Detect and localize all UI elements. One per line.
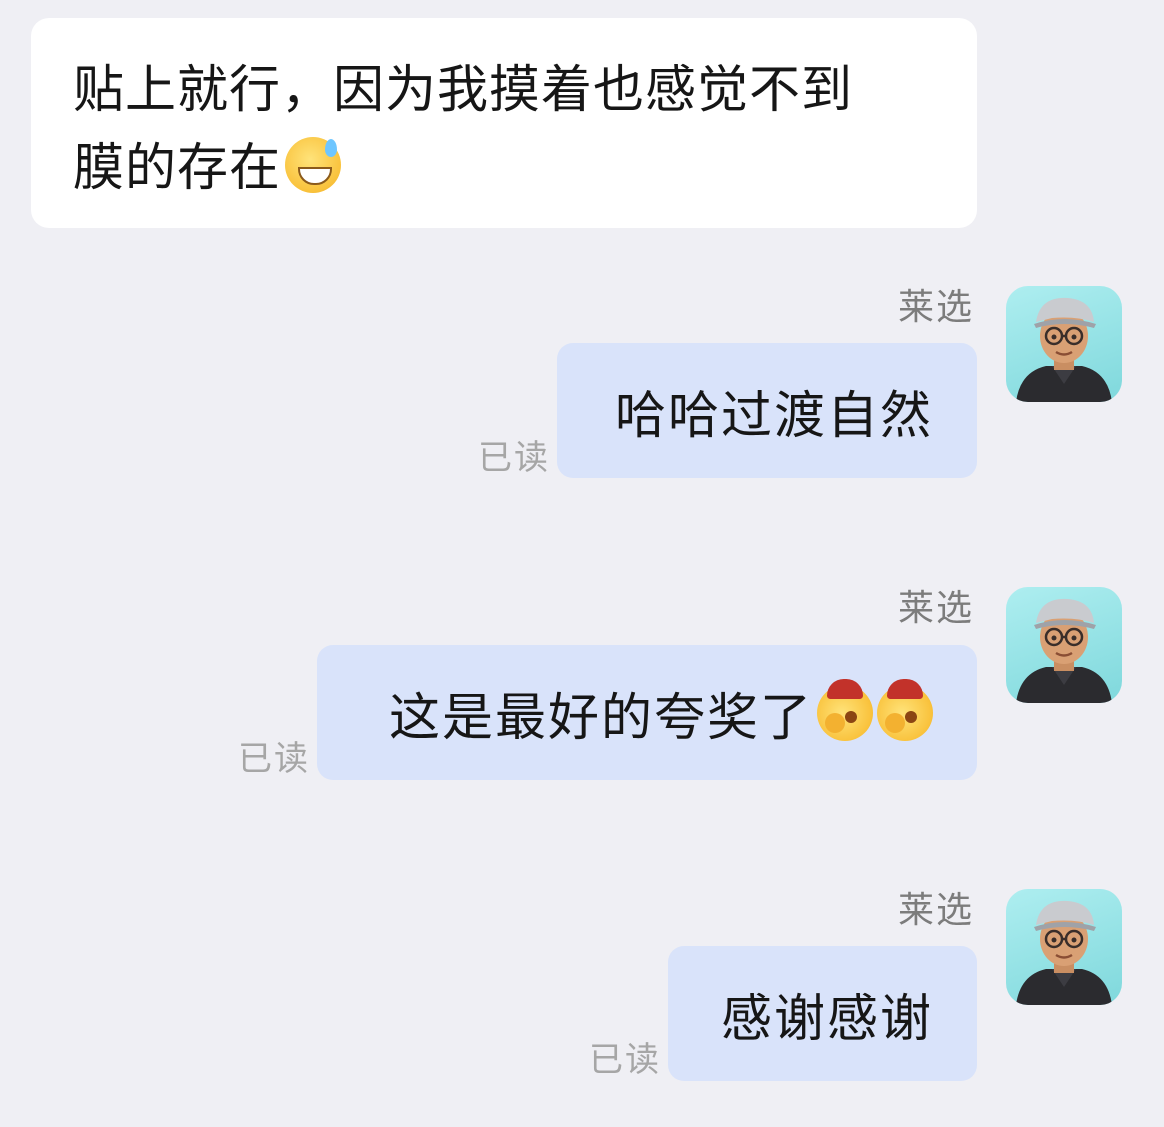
message-text-line-2: 膜的存在 bbox=[73, 130, 937, 208]
read-receipt: 已读 bbox=[238, 739, 310, 779]
truncated-previous-line bbox=[44, 0, 344, 4]
incoming-message-bubble[interactable]: 贴上就行，因为我摸着也感觉不到 膜的存在 bbox=[31, 18, 977, 228]
avatar[interactable] bbox=[1006, 286, 1122, 402]
avatar[interactable] bbox=[1006, 889, 1122, 1005]
message-text: 感谢感谢 bbox=[720, 989, 933, 1049]
read-receipt: 已读 bbox=[589, 1040, 661, 1080]
sender-name: 莱选 bbox=[897, 890, 974, 931]
chat-view: 贴上就行，因为我摸着也感觉不到 膜的存在 莱选 哈哈过渡自然 已读 莱选 这是最… bbox=[0, 0, 1164, 1127]
memoji-avatar-icon bbox=[1016, 297, 1112, 402]
sender-name: 莱选 bbox=[897, 588, 974, 629]
outgoing-message-bubble[interactable]: 这是最好的夸奖了 bbox=[317, 645, 977, 780]
message-text: 膜的存在 bbox=[73, 139, 282, 198]
avatar[interactable] bbox=[1006, 587, 1122, 703]
message-text: 这是最好的夸奖了 bbox=[388, 688, 813, 748]
outgoing-message-bubble[interactable]: 感谢感谢 bbox=[668, 946, 977, 1081]
read-receipt: 已读 bbox=[478, 438, 550, 478]
memoji-avatar-icon bbox=[1016, 900, 1112, 1005]
face-hand-over-mouth-emoji-icon bbox=[877, 678, 933, 741]
sender-name: 莱选 bbox=[897, 287, 974, 328]
face-hand-over-mouth-emoji-icon bbox=[817, 678, 873, 741]
message-text: 哈哈过渡自然 bbox=[614, 386, 933, 446]
grinning-sweat-emoji-icon bbox=[285, 137, 342, 193]
message-text-line-1: 贴上就行，因为我摸着也感觉不到 bbox=[73, 61, 854, 120]
outgoing-message-bubble[interactable]: 哈哈过渡自然 bbox=[557, 343, 977, 478]
memoji-avatar-icon bbox=[1016, 598, 1112, 703]
